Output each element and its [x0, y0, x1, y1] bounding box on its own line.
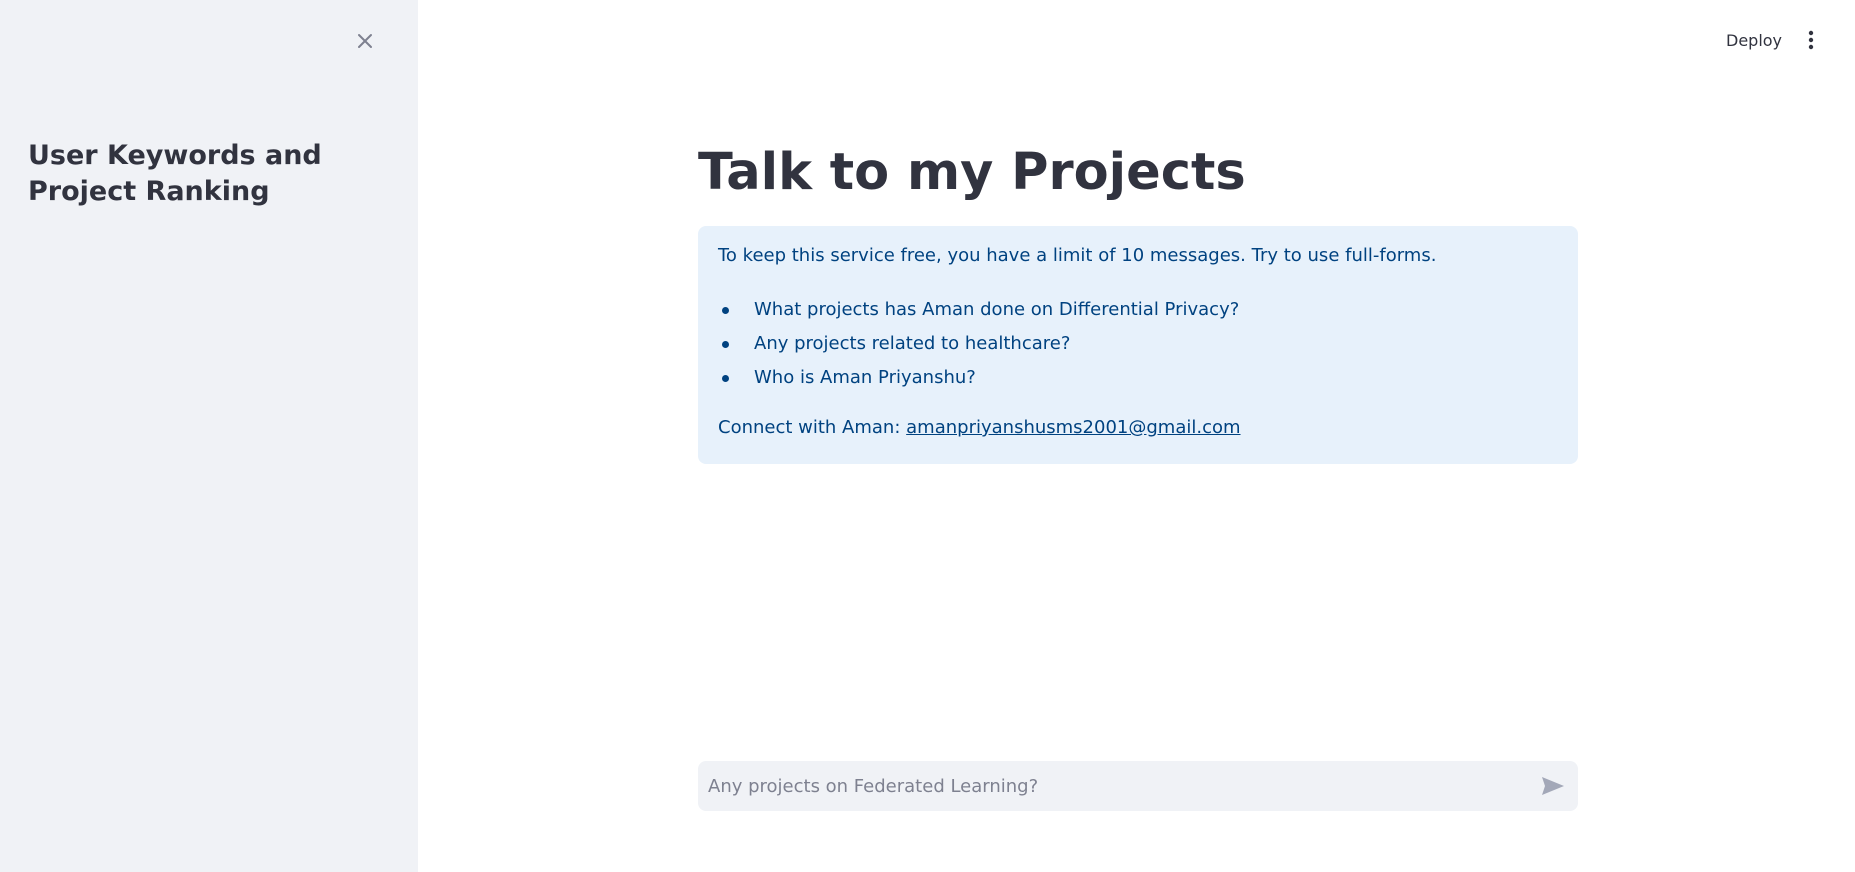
- connect-label: Connect with Aman:: [718, 417, 901, 438]
- app-root: User Keywords and Project Ranking Deploy…: [0, 0, 1855, 872]
- connect-line: Connect with Aman: amanpriyanshusms2001@…: [718, 414, 1241, 442]
- sidebar-title: User Keywords and Project Ranking: [28, 140, 322, 207]
- bullet-icon: [722, 341, 729, 348]
- suggestion-list: What projects has Aman done on Different…: [698, 293, 1239, 395]
- chat-input[interactable]: [698, 761, 1528, 811]
- info-intro: To keep this service free, you have a li…: [718, 245, 1437, 266]
- kebab-menu-icon: [1808, 30, 1814, 50]
- send-button[interactable]: [1528, 761, 1578, 811]
- info-alert: To keep this service free, you have a li…: [698, 226, 1578, 464]
- bullet-icon: [722, 307, 729, 314]
- main-content: Talk to my Projects To keep this service…: [698, 0, 1578, 872]
- email-link[interactable]: amanpriyanshusms2001@gmail.com: [906, 417, 1240, 438]
- page-title: Talk to my Projects: [698, 143, 1246, 202]
- list-item: Any projects related to healthcare?: [698, 327, 1239, 361]
- suggestion-text: Any projects related to healthcare?: [754, 333, 1071, 354]
- deploy-button[interactable]: Deploy: [1714, 22, 1794, 58]
- suggestion-text: What projects has Aman done on Different…: [754, 299, 1240, 320]
- bullet-icon: [722, 375, 729, 382]
- list-item: What projects has Aman done on Different…: [698, 293, 1239, 327]
- close-icon: [358, 34, 372, 48]
- close-sidebar-button[interactable]: [352, 28, 378, 54]
- sidebar: User Keywords and Project Ranking: [0, 0, 418, 872]
- send-icon: [1542, 777, 1564, 795]
- list-item: Who is Aman Priyanshu?: [698, 361, 1239, 395]
- suggestion-text: Who is Aman Priyanshu?: [754, 367, 976, 388]
- chat-input-container: [698, 761, 1578, 811]
- main-menu-button[interactable]: [1796, 24, 1826, 56]
